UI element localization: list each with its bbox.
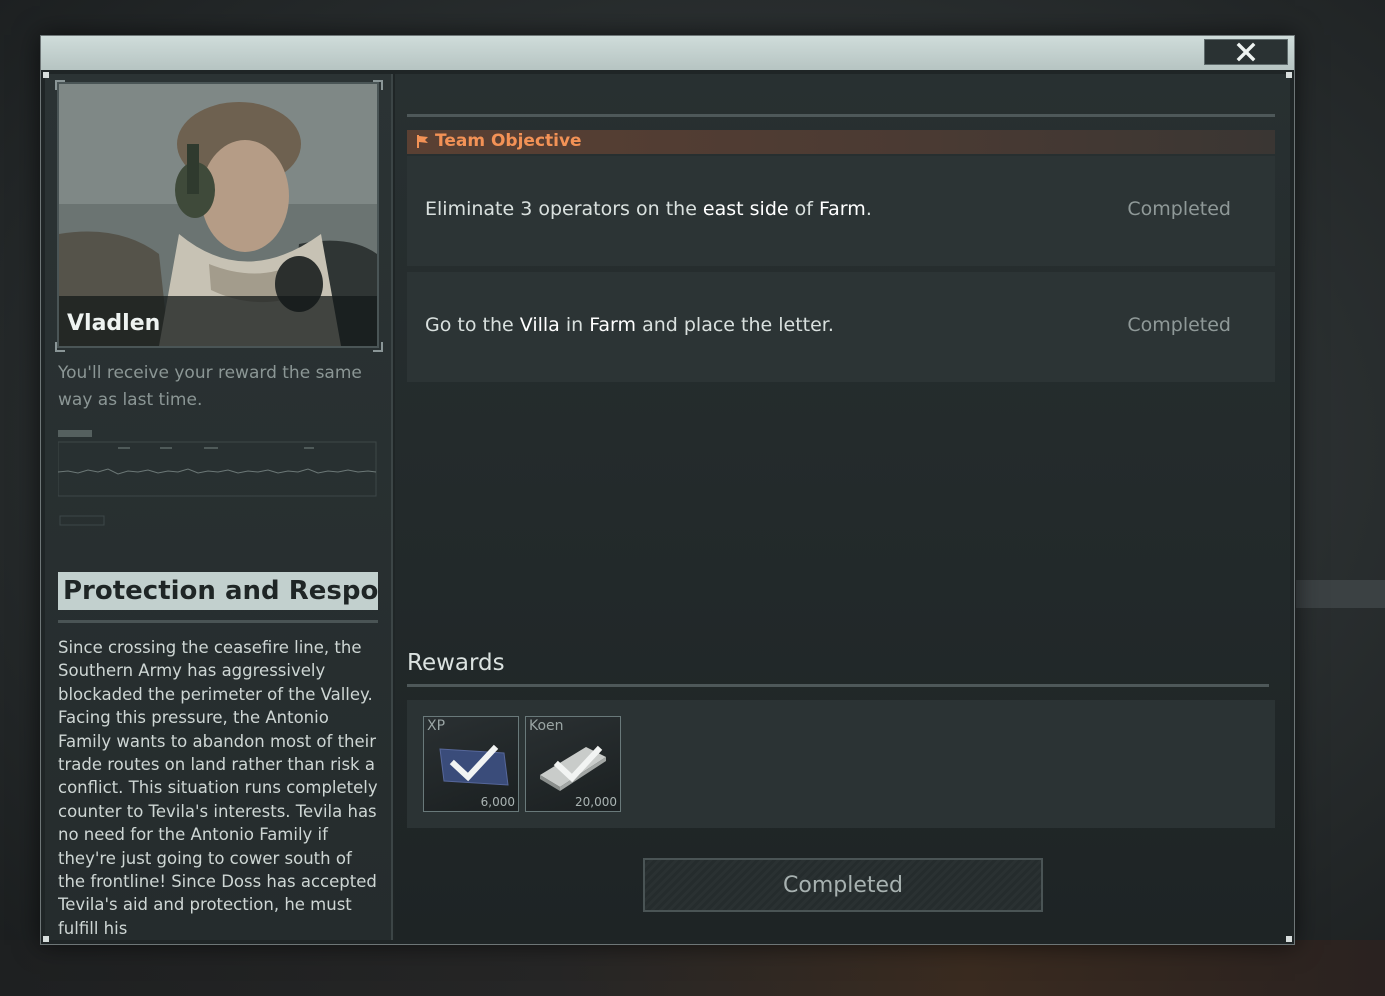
objective-text-part: in [559,314,590,336]
quest-window: Vladlen You'll receive your reward the s… [40,35,1295,945]
objective-text-part: of [788,198,819,220]
mission-divider [58,620,378,623]
objectives-panel: Team Objective Eliminate 3 operators on … [395,74,1290,940]
objective-text-part: . [865,198,872,220]
objectives-top-divider [407,114,1275,117]
rewards-list: XP 6,000 Koen 20,000 [407,700,1275,828]
background-floor [0,940,1385,996]
trader-portrait: Vladlen [57,82,379,348]
close-icon [1236,42,1256,62]
team-objective-header: Team Objective [407,130,1275,154]
reward-name: Koen [529,718,564,734]
objective-status: Completed [1127,198,1231,220]
trader-panel: Vladlen You'll receive your reward the s… [45,74,393,940]
trader-hint: You'll receive your reward the same way … [58,363,362,410]
window-corner-tr [1286,72,1292,78]
objective-text-part: Go to the [425,314,520,336]
reward-quantity: 6,000 [480,795,515,809]
reward-name: XP [427,718,446,734]
audio-waveform-icon [58,430,377,526]
objective-text-part: and place the letter. [636,314,834,336]
mission-title: Protection and Respon... [58,572,378,610]
rewards-divider [407,684,1269,687]
reward-item-koen[interactable]: Koen 20,000 [525,716,621,812]
portrait-corner-tl [55,80,65,90]
objective-highlight: Farm [589,314,637,336]
reward-item-xp[interactable]: XP 6,000 [423,716,519,812]
portrait-corner-tr [373,80,383,90]
trader-name: Vladlen [67,311,161,336]
reward-quantity: 20,000 [575,795,617,809]
portrait-corner-bl [55,342,65,352]
objective-highlight: Farm [818,198,866,220]
team-objective-label: Team Objective [435,131,582,151]
objective-row: Eliminate 3 operators on the east side o… [407,156,1275,266]
objective-highlight: Villa [519,314,560,336]
window-titlebar[interactable] [41,36,1294,70]
close-button[interactable] [1204,39,1288,65]
background-ui-strip [1296,580,1385,608]
rewards-title: Rewards [407,650,505,676]
window-corner-tl [43,72,49,78]
objective-highlight: east side [702,198,789,220]
portrait-corner-br [373,342,383,352]
objective-text-part: Eliminate 3 operators on the [425,198,703,220]
window-corner-bl [43,936,49,942]
objective-text: Eliminate 3 operators on the east side o… [425,198,872,220]
objective-text: Go to the Villa in Farm and place the le… [425,314,834,336]
objective-status: Completed [1127,314,1231,336]
complete-button[interactable]: Completed [643,858,1043,912]
window-corner-br [1286,936,1292,942]
flag-icon [417,135,428,148]
mission-description[interactable]: Since crossing the ceasefire line, the S… [58,636,380,940]
complete-button-label: Completed [783,872,903,898]
objective-row: Go to the Villa in Farm and place the le… [407,272,1275,382]
